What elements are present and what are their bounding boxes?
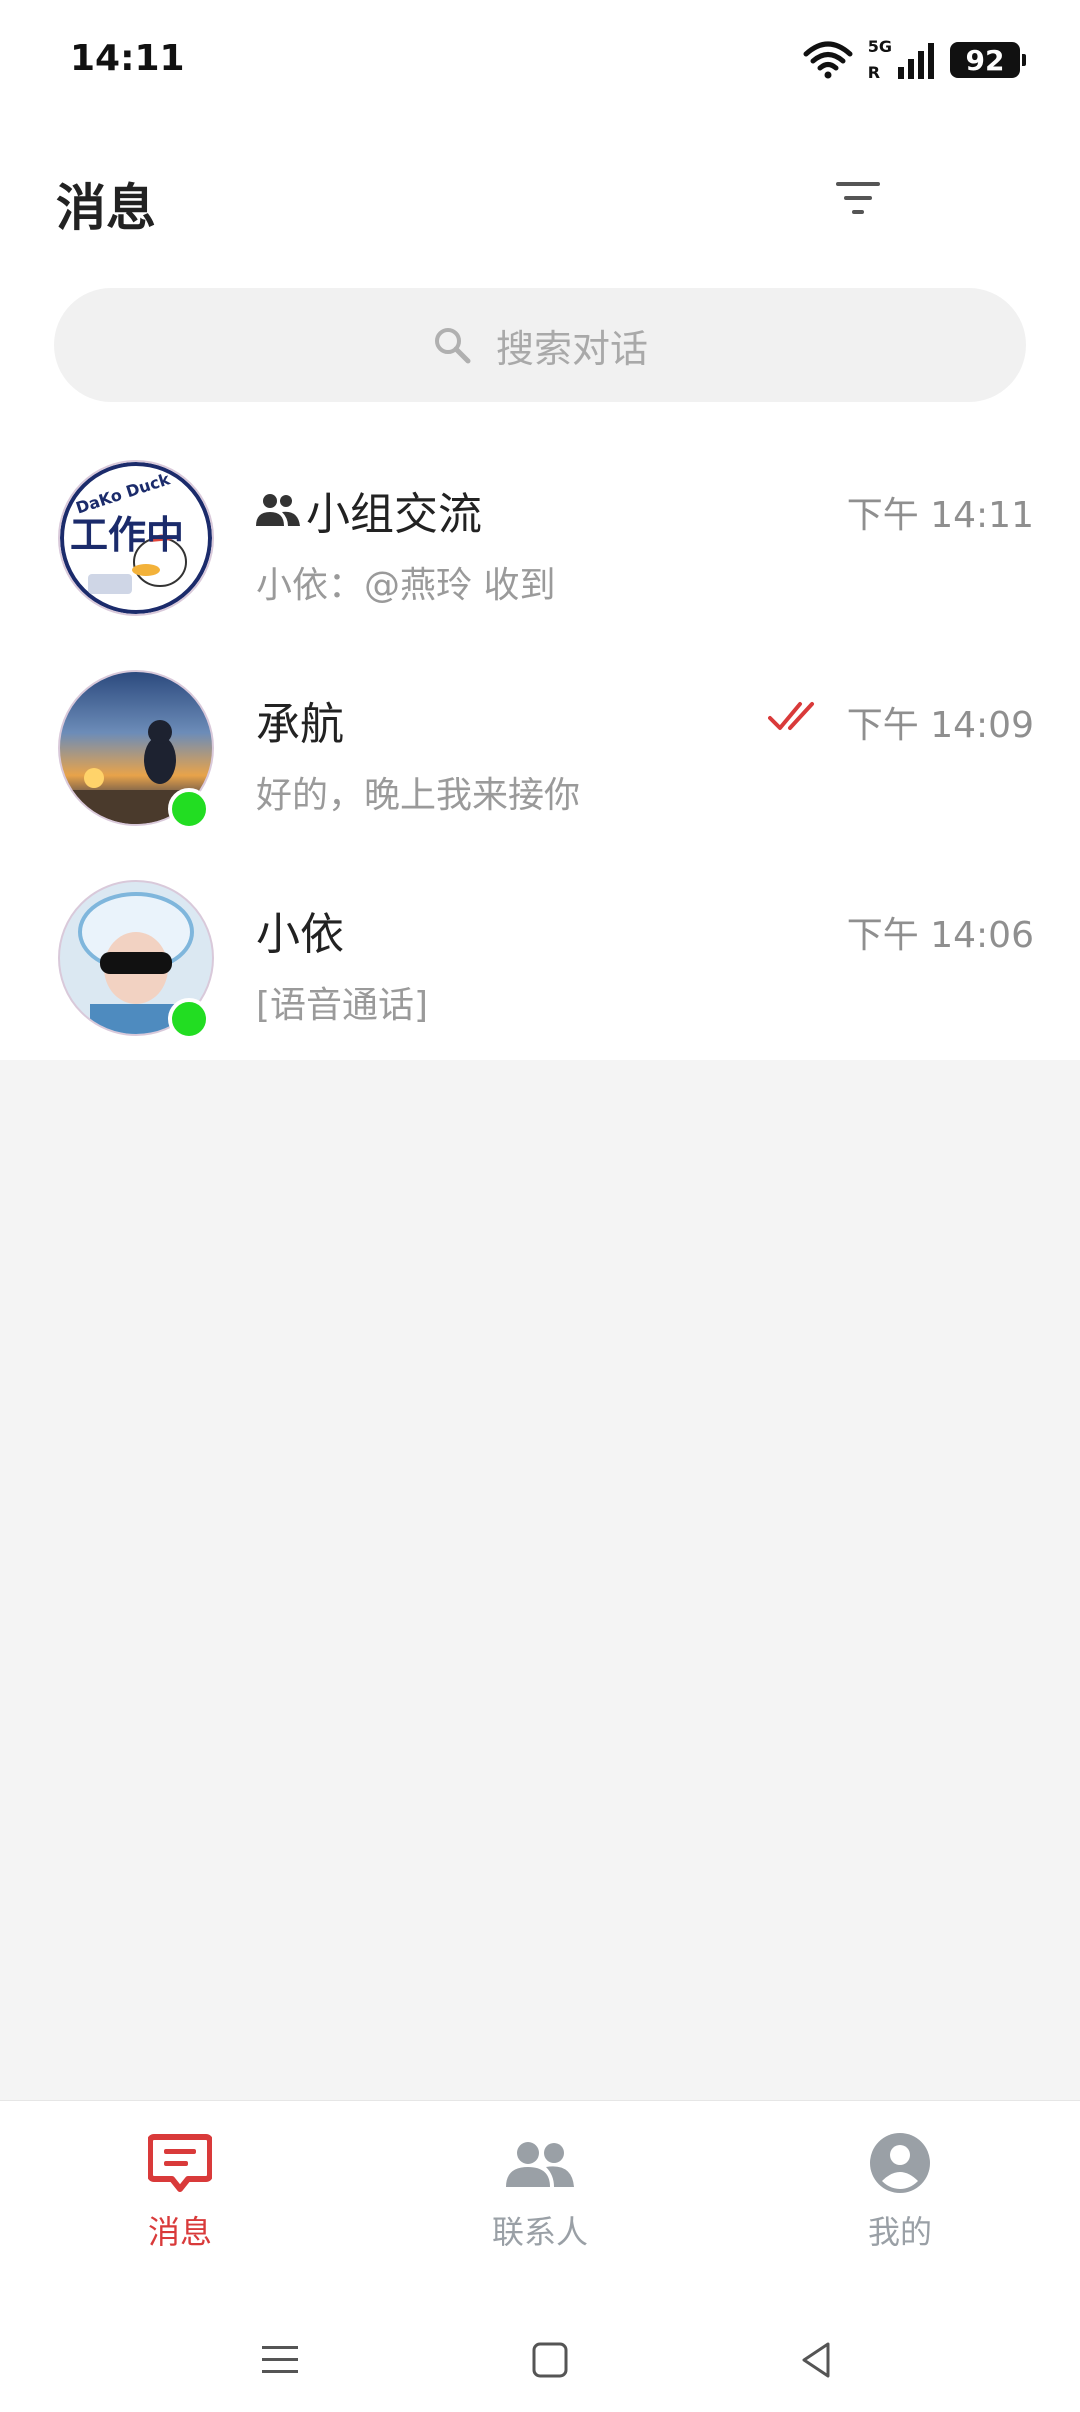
roaming-indicator: R <box>867 63 881 82</box>
conversation-time: 下午 14:06 <box>846 915 1034 956</box>
status-icons: 5G R 92 <box>802 38 1026 82</box>
filter-button[interactable] <box>826 170 890 226</box>
conversation-item-chenghang[interactable]: 承航 下午 14:09 好的，晚上我来接你 <box>0 670 1080 870</box>
network-type: 5G <box>867 37 892 56</box>
conversation-title: 小组交流 <box>306 489 482 540</box>
conversation-title: 小依 <box>256 909 344 960</box>
conversation-title: 承航 <box>256 699 344 750</box>
conversation-time: 下午 14:11 <box>846 495 1034 536</box>
nav-item-contacts[interactable]: 联系人 <box>440 2131 640 2253</box>
nav-item-profile[interactable]: 我的 <box>800 2131 1000 2253</box>
home-button[interactable] <box>520 2330 580 2390</box>
search-placeholder: 搜索对话 <box>495 326 648 371</box>
nav-label-profile: 我的 <box>867 2213 932 2251</box>
search-icon <box>434 328 471 364</box>
back-button[interactable] <box>786 2330 846 2390</box>
avatar: DaKo Duck 工作中 <box>58 460 214 616</box>
conversation-name: 承航 <box>256 688 344 752</box>
system-nav-bar <box>0 2300 1080 2412</box>
status-time: 14:11 <box>70 38 185 79</box>
recent-apps-button[interactable] <box>250 2330 310 2390</box>
search-input[interactable]: 搜索对话 <box>54 288 1026 402</box>
contacts-icon <box>506 2142 574 2187</box>
online-status-dot <box>168 788 210 830</box>
nav-item-messages[interactable]: 消息 <box>80 2131 280 2253</box>
nav-label-contacts: 联系人 <box>491 2213 588 2251</box>
conversation-item-xiaoyi[interactable]: 小依 下午 14:06 [语音通话] <box>0 880 1080 1080</box>
page-title: 消息 <box>56 179 156 237</box>
conversation-name: 小组交流 <box>256 478 482 542</box>
group-icon <box>256 494 300 526</box>
filter-icon <box>836 182 880 214</box>
conversation-preview: 小依：@燕玲 收到 <box>256 565 556 606</box>
read-receipt-icon <box>768 700 824 738</box>
main-panel: 14:11 5G R 92 消息 搜索对话 DaKo Duck 工作中 小组交流… <box>0 0 1080 1060</box>
signal-group: 5G R <box>868 39 936 81</box>
home-icon <box>532 2342 568 2378</box>
conversation-preview: [语音通话] <box>256 985 429 1026</box>
online-status-dot <box>168 998 210 1040</box>
profile-icon <box>870 2133 930 2193</box>
avatar-main-text: 工作中 <box>70 513 185 557</box>
conversation-preview: 好的，晚上我来接你 <box>256 775 581 816</box>
menu-icon <box>262 2346 298 2373</box>
back-icon <box>802 2342 830 2378</box>
nav-label-messages: 消息 <box>147 2213 212 2251</box>
conversation-item-group[interactable]: DaKo Duck 工作中 小组交流 下午 14:11 小依：@燕玲 收到 <box>0 460 1080 660</box>
bottom-nav: 消息 联系人 我的 <box>0 2100 1080 2301</box>
wifi-icon <box>803 41 853 79</box>
conversation-time: 下午 14:09 <box>846 705 1034 746</box>
battery-indicator: 92 <box>950 42 1026 78</box>
signal-icon <box>898 43 934 79</box>
conversation-name: 小依 <box>256 898 344 962</box>
message-icon <box>148 2134 212 2192</box>
